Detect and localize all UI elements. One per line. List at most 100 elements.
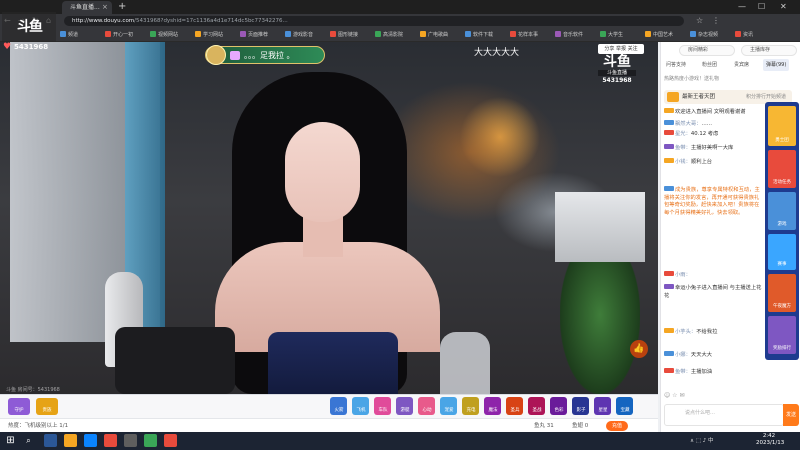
chat-message[interactable]: 幸运小兔子进入直播间 与主播送上花花	[664, 284, 764, 300]
chat-username[interactable]: 鱼带：	[675, 369, 691, 375]
taskbar-app-icon[interactable]	[104, 434, 117, 447]
gift-item[interactable]: 游艇	[396, 397, 413, 415]
video-player[interactable]: 。。。足我拉 。 大大大大大 分享 举报 关注 斗鱼 斗鱼直播 5431968 …	[0, 42, 658, 394]
gift-item[interactable]: 影子	[572, 397, 589, 415]
chat-username[interactable]: 鱼带：	[675, 145, 691, 151]
bookmark-item[interactable]: 资讯	[735, 31, 753, 39]
room-highlight-button[interactable]: 房间精彩	[679, 45, 735, 56]
side-activity-card[interactable]: 勇士团	[768, 106, 796, 146]
bookmark-item[interactable]: 大学生	[600, 31, 623, 39]
sidebar-ad[interactable]: 热路热度小游戏！送礼物	[664, 74, 764, 84]
gift-item[interactable]: 魔法	[484, 397, 501, 415]
minimize-icon[interactable]: —	[738, 0, 746, 14]
chat-message[interactable]: 小雨：	[664, 271, 764, 280]
gift-item[interactable]: 心动	[418, 397, 435, 415]
gift-item[interactable]: 车队	[374, 397, 391, 415]
gift-item[interactable]: 色彩	[550, 397, 567, 415]
side-activity-label: 游戏	[777, 222, 787, 227]
chat-message[interactable]: 鱼带：主播好美啊一大库	[664, 144, 764, 153]
taskbar-app-icon[interactable]	[84, 434, 97, 447]
tab-vip[interactable]: 贵宾席	[731, 59, 752, 71]
gift-item[interactable]: 圣兵	[506, 397, 523, 415]
bookmark-item[interactable]: 开心一初	[105, 31, 133, 39]
chat-message[interactable]: 小娜：天天大大	[664, 351, 764, 360]
gift-left-button[interactable]: 贵族	[36, 398, 58, 415]
side-activity-card[interactable]: 游戏	[768, 192, 796, 230]
bookmark-item[interactable]: 图形链接	[330, 31, 358, 39]
chat-text: 主播好美啊一大库	[690, 145, 734, 151]
chat-message[interactable]: 欢迎进入直播间 文明观看谢谢	[664, 108, 764, 117]
bookmark-item[interactable]: 频道	[60, 31, 78, 39]
chat-tools[interactable]: ☺ ☆ ✉	[664, 391, 798, 401]
bookmark-item[interactable]: 中国艺术	[645, 31, 673, 39]
gift-item[interactable]: 圣战	[528, 397, 545, 415]
taskbar-app-icon[interactable]	[164, 434, 177, 447]
bookmark-item[interactable]: 游戏影音	[285, 31, 313, 39]
taskbar-app-icon[interactable]	[44, 434, 57, 447]
bookmark-item[interactable]: 广电歌曲	[420, 31, 448, 39]
gift-left-button[interactable]: 守护	[8, 398, 30, 415]
url-input[interactable]: http://www.douyu.com/5431968?dyshid=17c1…	[64, 16, 684, 26]
chat-message[interactable]: 小钱：顺利上台	[664, 158, 764, 167]
streamer-store-button[interactable]: 主播库存	[741, 45, 797, 56]
share-button[interactable]: 分享 举报 关注	[598, 44, 644, 54]
bookmark-icon	[330, 31, 336, 37]
side-activity-card[interactable]: 午夜魔方	[768, 274, 796, 312]
bookmark-item[interactable]: 花样本事	[510, 31, 538, 39]
new-tab-icon[interactable]: +	[118, 0, 126, 14]
chat-message[interactable]: 星光：40.12 考虑	[664, 130, 764, 139]
bookmark-item[interactable]: 高清影院	[375, 31, 403, 39]
gift-item[interactable]: 火箭	[330, 397, 347, 415]
tab-danmaku[interactable]: 弹幕(99)	[763, 59, 790, 71]
clock[interactable]: 2:42 2023/1/13	[756, 433, 784, 447]
chat-message[interactable]: 小芋头：不给我拉	[664, 328, 764, 337]
heart-icon[interactable]: ♥	[3, 42, 11, 52]
chat-username[interactable]: 小雨：	[675, 272, 691, 278]
level-badge-icon	[664, 368, 674, 373]
chat-username[interactable]: 小娜：	[675, 352, 691, 358]
chat-username[interactable]: 飘然大哥：	[675, 121, 702, 127]
chat-username[interactable]: 星光：	[675, 131, 691, 137]
gift-item[interactable]: 充电	[462, 397, 479, 415]
chat-message[interactable]: 鱼带：主播加油	[664, 368, 764, 377]
side-activity-card[interactable]: 赛事	[768, 234, 796, 270]
chat-input[interactable]: 说点什么吧…	[664, 404, 784, 426]
bookmark-item[interactable]: 软件下载	[465, 31, 493, 39]
taskbar-app-icon[interactable]	[64, 434, 77, 447]
start-icon[interactable]: ⊞	[4, 434, 17, 447]
chat-username[interactable]: 小钱：	[675, 159, 691, 165]
recharge-button[interactable]: 充值	[606, 421, 628, 431]
send-button[interactable]: 发送	[783, 404, 799, 426]
bookmark-item[interactable]: 页面推荐	[240, 31, 268, 39]
star-icon[interactable]: ☆	[696, 15, 703, 27]
taskbar-app-icon[interactable]	[144, 434, 157, 447]
menu-icon[interactable]: ⋮	[712, 15, 720, 27]
chat-message[interactable]: 飘然大哥：……	[664, 120, 764, 129]
browser-tab-bar: 斗鱼直播... × + — ☐ ✕	[0, 0, 800, 14]
gift-item[interactable]: 宠爱	[440, 397, 457, 415]
bookmark-item[interactable]: 视频网站	[150, 31, 178, 39]
close-window-icon[interactable]: ✕	[780, 0, 787, 14]
side-activity-card[interactable]: 奖励排行	[768, 316, 796, 354]
gift-item[interactable]: 星星	[594, 397, 611, 415]
bookmark-item[interactable]: 音乐软件	[555, 31, 583, 39]
close-tab-icon[interactable]: ×	[102, 1, 108, 14]
gift-item[interactable]: 飞机	[352, 397, 369, 415]
gift-item[interactable]: 宝藏	[616, 397, 633, 415]
side-activity-card[interactable]: 活动任务	[768, 150, 796, 188]
search-icon[interactable]: ⌕	[22, 434, 35, 447]
taskbar-app-icon[interactable]	[124, 434, 137, 447]
side-activity-label: 勇士团	[775, 138, 789, 143]
chat-sidebar: 房间精彩 主播库存 问答支持 粉丝团 贵宾席 弹幕(99) 热路热度小游戏！送礼…	[660, 42, 800, 432]
status-left[interactable]: 热度：飞机级别以上 1/1	[8, 419, 68, 433]
system-tray[interactable]: ∧ ⬚ ♪ 中	[690, 432, 713, 450]
tab-qa[interactable]: 问答支持	[663, 59, 689, 71]
thumbs-up-icon[interactable]: 👍	[630, 340, 648, 358]
tab-fans[interactable]: 粉丝团	[699, 59, 720, 71]
chat-username[interactable]: 小芋头：	[675, 329, 696, 335]
sidebar-tabs: 问答支持 粉丝团 贵宾席 弹幕(99)	[663, 59, 799, 71]
bookmark-item[interactable]: 学习网站	[195, 31, 223, 39]
chat-message[interactable]: 成为贵族，尊享专属特权和互动，主播将关注你的发言，再开通可获得贵族礼包等奇幻奖励…	[664, 186, 764, 217]
maximize-icon[interactable]: ☐	[758, 0, 765, 14]
bookmark-item[interactable]: 杂志视频	[690, 31, 718, 39]
